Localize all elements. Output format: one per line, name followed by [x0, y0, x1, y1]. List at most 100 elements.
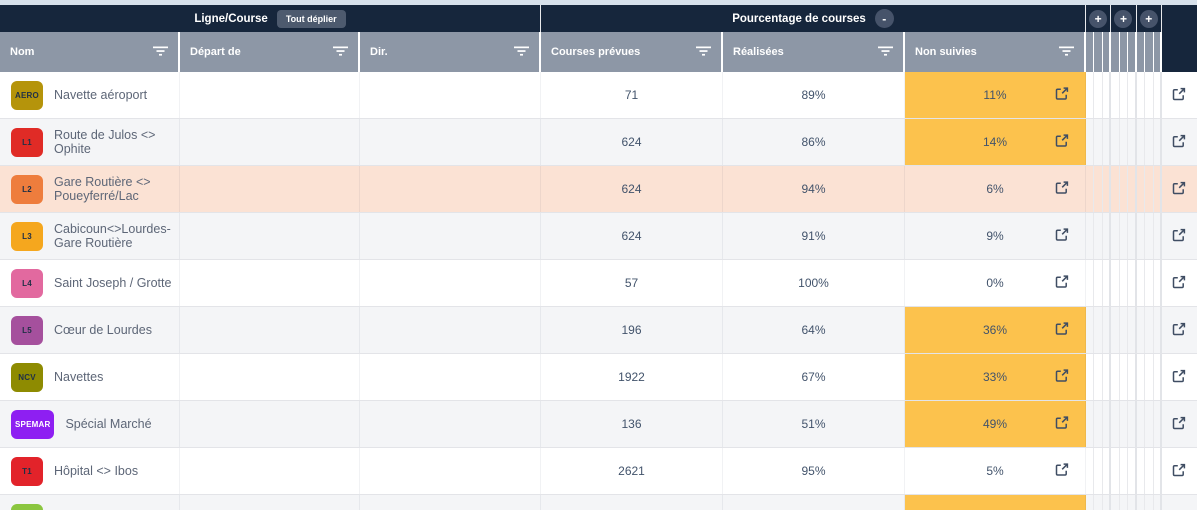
line-name: Cœur de Lourdes [54, 323, 152, 337]
expand-group-3-button[interactable]: + [1140, 10, 1158, 28]
cell-non-suivies: 0% [905, 260, 1086, 306]
collapsed-column-header [1128, 32, 1136, 72]
cell-non-suivies: 49% [905, 401, 1086, 447]
collapsed-column-cell [1145, 401, 1153, 447]
table-row[interactable]: NCV Navettes 1922 67% 33% [0, 354, 1197, 401]
row-open-button[interactable] [1172, 369, 1186, 386]
row-open-button[interactable] [1172, 322, 1186, 339]
collapsed-column-cell [1111, 495, 1119, 510]
collapsed-column-cell [1120, 307, 1128, 353]
table-row[interactable]: L2 Gare Routière <> Poueyferré/Lac 624 9… [0, 166, 1197, 213]
column-header-label: Réalisées [733, 46, 784, 58]
cell-dir [360, 307, 541, 353]
group-title-pourcentage: Pourcentage de courses [732, 13, 866, 25]
expand-group-2-button[interactable]: + [1114, 10, 1132, 28]
cell-non-suivies: 33% [905, 354, 1086, 400]
table-row[interactable]: L5 Cœur de Lourdes 196 64% 36% [0, 307, 1197, 354]
row-open-button[interactable] [1172, 181, 1186, 198]
collapsed-column-cell [1128, 119, 1136, 165]
cell-row-link [1162, 495, 1197, 510]
cell-depart-de [180, 166, 360, 212]
open-details-button[interactable] [1055, 228, 1069, 245]
grid-header: Ligne/Course Tout déplier Pourcentage de… [0, 5, 1197, 72]
line-name: Saint Joseph / Grotte [54, 276, 171, 290]
cell-non-suivies: 9% [905, 213, 1086, 259]
row-open-button[interactable] [1172, 134, 1186, 151]
cell-non-suivies: 6% [905, 166, 1086, 212]
cell-depart-de [180, 401, 360, 447]
expand-all-button[interactable]: Tout déplier [277, 10, 346, 28]
table-row[interactable]: SPEMAR Spécial Marché 136 51% 49% [0, 401, 1197, 448]
cell-dir [360, 213, 541, 259]
table-row[interactable]: AERO Navette aéroport 71 89% 11% [0, 72, 1197, 119]
column-header-5: Non suivies [905, 32, 1086, 72]
collapsed-column-cell [1128, 307, 1136, 353]
cell-dir [360, 448, 541, 494]
open-details-button[interactable] [1055, 463, 1069, 480]
filter-button[interactable] [152, 45, 169, 60]
open-details-button[interactable] [1055, 369, 1069, 386]
filter-button[interactable] [513, 45, 530, 60]
group-pourcentage-courses: Pourcentage de courses - [541, 5, 1086, 32]
row-open-button[interactable] [1172, 228, 1186, 245]
open-details-button[interactable] [1055, 416, 1069, 433]
collapsed-column-cell [1137, 260, 1145, 306]
external-link-icon [1055, 134, 1069, 151]
line-name: Route de Julos <> Ophite [54, 128, 179, 156]
collapsed-column-cell [1145, 213, 1153, 259]
cell-nom: AERO Navette aéroport [0, 72, 180, 118]
collapse-group-button[interactable]: - [875, 9, 894, 28]
expand-group-1-button[interactable]: + [1089, 10, 1107, 28]
filter-icon [152, 45, 169, 60]
cell-non-suivies: 11% [905, 72, 1086, 118]
collapsed-column-cell [1111, 401, 1119, 447]
table-row[interactable]: L3 Cabicoun<>Lourdes-Gare Routière 624 9… [0, 213, 1197, 260]
open-details-button[interactable] [1055, 87, 1069, 104]
cell-depart-de [180, 495, 360, 510]
collapsed-column-cell [1120, 354, 1128, 400]
collapsed-column-cell [1120, 72, 1128, 118]
table-row[interactable]: T1 Hôpital <> Ibos 2621 95% 5% [0, 448, 1197, 495]
non-suivies-value: 49% [983, 417, 1007, 431]
cell-row-link [1162, 260, 1197, 306]
row-open-button[interactable] [1172, 416, 1186, 433]
external-link-icon [1055, 416, 1069, 433]
filter-button[interactable] [877, 45, 894, 60]
filter-button[interactable] [1058, 45, 1075, 60]
cell-courses-prevues [541, 495, 723, 510]
column-header-4: Réalisées [723, 32, 905, 72]
line-badge: L5 [11, 316, 43, 345]
filter-button[interactable] [332, 45, 349, 60]
cell-depart-de [180, 448, 360, 494]
collapsed-column-cell [1145, 448, 1153, 494]
external-link-icon [1172, 463, 1186, 480]
column-header-label: Nom [10, 46, 34, 58]
row-open-button[interactable] [1172, 87, 1186, 104]
cell-depart-de [180, 354, 360, 400]
collapsed-column-cell [1128, 213, 1136, 259]
table-row[interactable] [0, 495, 1197, 510]
cell-nom: L3 Cabicoun<>Lourdes-Gare Routière [0, 213, 180, 259]
table-row[interactable]: L4 Saint Joseph / Grotte 57 100% 0% [0, 260, 1197, 307]
collapsed-group-1: + [1086, 5, 1111, 32]
open-details-button[interactable] [1055, 322, 1069, 339]
collapsed-column-cell [1145, 119, 1153, 165]
filter-button[interactable] [695, 45, 712, 60]
row-open-button[interactable] [1172, 463, 1186, 480]
collapsed-column-cell [1111, 72, 1119, 118]
collapsed-column-cell [1145, 166, 1153, 212]
open-details-button[interactable] [1055, 181, 1069, 198]
row-open-button[interactable] [1172, 275, 1186, 292]
cell-realisees: 89% [723, 72, 905, 118]
collapsed-column-cell [1145, 495, 1153, 510]
collapsed-column-cell [1154, 307, 1162, 353]
cell-courses-prevues: 71 [541, 72, 723, 118]
collapsed-column-cell [1103, 448, 1111, 494]
external-link-icon [1055, 228, 1069, 245]
table-row[interactable]: L1 Route de Julos <> Ophite 624 86% 14% [0, 119, 1197, 166]
cell-non-suivies: 5% [905, 448, 1086, 494]
collapsed-column-cell [1094, 307, 1102, 353]
collapsed-column-cell [1111, 166, 1119, 212]
open-details-button[interactable] [1055, 275, 1069, 292]
open-details-button[interactable] [1055, 134, 1069, 151]
